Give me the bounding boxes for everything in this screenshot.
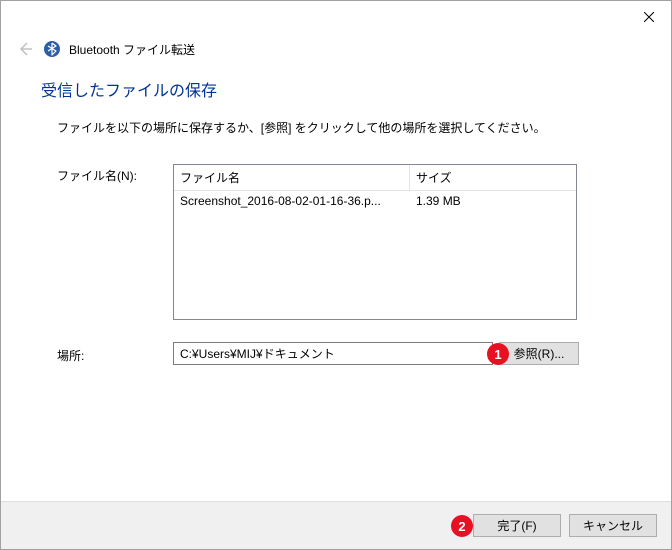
dialog-header: Bluetooth ファイル転送 <box>1 33 671 59</box>
location-row: 場所: 1 参照(R)... <box>41 342 631 365</box>
file-size-cell: 1.39 MB <box>410 191 576 211</box>
dialog-title: Bluetooth ファイル転送 <box>69 41 195 58</box>
file-list-row[interactable]: Screenshot_2016-08-02-01-16-36.p... 1.39… <box>174 191 576 211</box>
annotation-marker-2: 2 <box>451 515 473 537</box>
page-heading: 受信したファイルの保存 <box>41 77 631 101</box>
titlebar <box>1 1 671 33</box>
instruction-text: ファイルを以下の場所に保存するか、[参照] をクリックして他の場所を選択してくだ… <box>41 119 631 136</box>
file-list[interactable]: ファイル名 サイズ Screenshot_2016-08-02-01-16-36… <box>173 164 577 320</box>
finish-button[interactable]: 完了(F) <box>473 514 561 537</box>
back-button[interactable] <box>15 39 35 59</box>
cancel-button[interactable]: キャンセル <box>569 514 657 537</box>
dialog-footer: 2 完了(F) キャンセル <box>1 501 671 549</box>
column-header-size[interactable]: サイズ <box>410 165 576 190</box>
close-icon <box>644 12 654 22</box>
location-input[interactable] <box>173 342 493 365</box>
filename-row: ファイル名(N): ファイル名 サイズ Screenshot_2016-08-0… <box>41 164 631 320</box>
filename-label: ファイル名(N): <box>57 164 173 184</box>
back-arrow-icon <box>16 40 34 58</box>
location-label: 場所: <box>57 344 173 364</box>
browse-button[interactable]: 参照(R)... <box>499 342 579 365</box>
file-list-header: ファイル名 サイズ <box>174 165 576 191</box>
column-header-name[interactable]: ファイル名 <box>174 165 410 190</box>
file-name-cell: Screenshot_2016-08-02-01-16-36.p... <box>174 191 410 211</box>
dialog-content: 受信したファイルの保存 ファイルを以下の場所に保存するか、[参照] をクリックし… <box>1 59 671 365</box>
bluetooth-icon <box>43 40 61 58</box>
annotation-marker-1: 1 <box>487 343 509 365</box>
close-button[interactable] <box>626 1 671 33</box>
